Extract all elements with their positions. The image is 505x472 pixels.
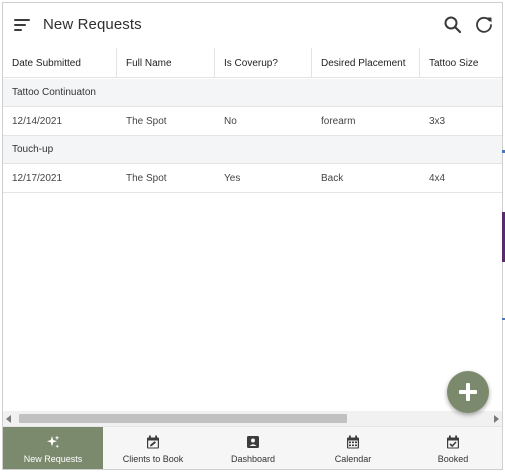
cell-desired-placement: Back bbox=[321, 173, 344, 184]
column-header-tattoo-size[interactable]: Tattoo Size bbox=[420, 48, 502, 78]
dashboard-icon bbox=[247, 436, 259, 448]
table-row[interactable]: 12/14/2021 The Spot No forearm 3x3 bbox=[3, 108, 502, 136]
cell-is-coverup: No bbox=[224, 116, 237, 127]
column-header-desired-placement[interactable]: Desired Placement bbox=[312, 48, 420, 78]
nav-item-booked[interactable]: Booked bbox=[403, 427, 502, 469]
nav-item-calendar[interactable]: Calendar bbox=[303, 427, 403, 469]
search-icon[interactable] bbox=[442, 14, 464, 36]
add-request-button[interactable] bbox=[447, 371, 489, 413]
sparkle-icon bbox=[47, 435, 60, 449]
nav-label: Clients to Book bbox=[122, 454, 184, 464]
bottom-nav: New Requests Clients to Book Dashboard C… bbox=[3, 426, 502, 469]
nav-label: Dashboard bbox=[230, 454, 276, 464]
scrollbar-thumb[interactable] bbox=[19, 414, 347, 423]
column-header-date-submitted[interactable]: Date Submitted bbox=[3, 48, 117, 78]
nav-label: Booked bbox=[437, 454, 469, 464]
column-header-is-coverup[interactable]: Is Coverup? bbox=[215, 48, 312, 78]
group-header[interactable]: Tattoo Continuaton bbox=[3, 79, 502, 107]
nav-item-new-requests[interactable]: New Requests bbox=[3, 427, 103, 469]
app-bar: New Requests bbox=[3, 3, 502, 47]
nav-label: New Requests bbox=[23, 454, 83, 464]
cell-date-submitted: 12/17/2021 bbox=[12, 173, 63, 184]
cell-full-name: The Spot bbox=[126, 173, 167, 184]
requests-table: Date Submitted Full Name Is Coverup? Des… bbox=[3, 48, 502, 413]
cell-desired-placement: forearm bbox=[321, 116, 356, 127]
cell-is-coverup: Yes bbox=[224, 173, 241, 184]
nav-item-dashboard[interactable]: Dashboard bbox=[203, 427, 303, 469]
refresh-icon[interactable] bbox=[473, 14, 495, 36]
horizontal-scrollbar[interactable] bbox=[3, 411, 502, 426]
sort-menu-icon[interactable] bbox=[12, 16, 32, 34]
calendar-icon bbox=[347, 435, 359, 449]
cell-full-name: The Spot bbox=[126, 116, 167, 127]
nav-item-clients-to-book[interactable]: Clients to Book bbox=[103, 427, 203, 469]
scroll-left-icon[interactable] bbox=[6, 415, 11, 423]
column-header-full-name[interactable]: Full Name bbox=[117, 48, 215, 78]
group-header[interactable]: Touch-up bbox=[3, 136, 502, 164]
calendar-edit-icon bbox=[147, 435, 159, 449]
nav-label: Calendar bbox=[334, 454, 372, 464]
scroll-right-icon[interactable] bbox=[494, 415, 499, 423]
table-row[interactable]: 12/17/2021 The Spot Yes Back 4x4 bbox=[3, 165, 502, 193]
cell-tattoo-size: 4x4 bbox=[429, 173, 446, 184]
app-window: New Requests Date Submitted Full Name Is… bbox=[2, 2, 503, 470]
cell-tattoo-size: 3x3 bbox=[429, 116, 446, 127]
page-title: New Requests bbox=[43, 16, 142, 33]
cell-date-submitted: 12/14/2021 bbox=[12, 116, 63, 127]
table-header: Date Submitted Full Name Is Coverup? Des… bbox=[3, 48, 502, 78]
calendar-check-icon bbox=[447, 435, 459, 449]
